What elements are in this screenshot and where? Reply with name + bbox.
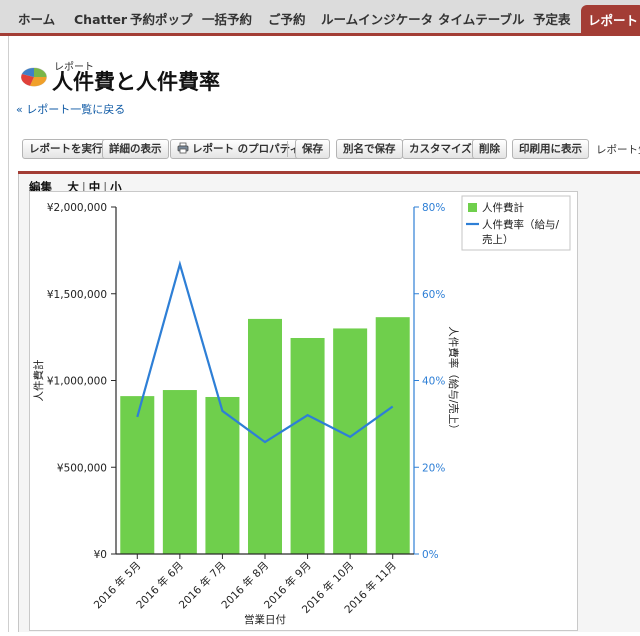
combo-chart: ¥0 ¥500,000 ¥1,000,000 ¥1,500,000 ¥2,000,000… xyxy=(32,195,571,626)
legend-label-line-cont: 売上） xyxy=(482,233,514,246)
report-properties-label: レポート のプロパティ xyxy=(192,143,301,155)
x-axis-label: 営業日付 xyxy=(244,613,286,626)
bar xyxy=(248,318,282,554)
report-creator-text: レポート生 xyxy=(596,144,640,156)
show-details-button[interactable]: 詳細の表示 xyxy=(102,139,169,159)
page-title: 人件費と人件費率 xyxy=(52,70,220,94)
delete-button[interactable]: 削除 xyxy=(472,139,507,159)
y-tick-label-right: 20% xyxy=(422,462,445,474)
tab-bulk-reservation[interactable]: 一括予約 xyxy=(202,0,252,36)
show-details-label: 詳細の表示 xyxy=(109,143,162,155)
tab-schedule[interactable]: 予定表 xyxy=(533,0,571,36)
y-tick-label-right: 60% xyxy=(422,289,445,301)
y-tick-label-left: ¥0 xyxy=(94,549,107,561)
y-axis-label-left: 人件費計 xyxy=(32,359,45,401)
customize-button[interactable]: カスタマイズ xyxy=(402,139,479,159)
delete-label: 削除 xyxy=(479,143,500,155)
tab-bar: ホーム Chatter 予約ポップ 一括予約 ご予約 ルームインジケータ タイム… xyxy=(0,0,640,36)
printable-view-button[interactable]: 印刷用に表示 xyxy=(512,139,589,159)
y-tick-label-right: 40% xyxy=(422,376,445,388)
y-tick-label-right: 80% xyxy=(422,202,445,214)
toolbar-separator xyxy=(588,141,589,157)
legend-swatch-bar xyxy=(468,203,477,212)
tab-reservation[interactable]: ご予約 xyxy=(268,0,306,36)
y-tick-label-left: ¥1,500,000 xyxy=(47,289,107,301)
printer-icon xyxy=(177,142,189,154)
save-label: 保存 xyxy=(302,143,323,155)
bar xyxy=(162,390,197,554)
chart-legend: 人件費計 人件費率（給与/ 売上） xyxy=(461,195,571,251)
tab-timetable[interactable]: タイムテーブル xyxy=(438,0,525,36)
printable-view-label: 印刷用に表示 xyxy=(519,143,582,155)
bar xyxy=(375,317,410,554)
tab-room-indicator[interactable]: ルームインジケータ xyxy=(321,0,433,36)
run-report-button[interactable]: レポートを実行 xyxy=(22,139,110,159)
save-as-label: 別名で保存 xyxy=(343,143,396,155)
save-as-button[interactable]: 別名で保存 xyxy=(336,139,403,159)
bar xyxy=(333,328,368,554)
page-left-border xyxy=(8,36,9,632)
report-logo-icon xyxy=(21,67,47,87)
chart-container: ¥0 ¥500,000 ¥1,000,000 ¥1,500,000 ¥2,000,000… xyxy=(29,191,578,631)
tab-chatter[interactable]: Chatter xyxy=(74,0,127,36)
customize-label: カスタマイズ xyxy=(409,143,472,155)
back-to-reports-link[interactable]: « レポート一覧に戻る xyxy=(16,101,125,117)
y-axis-label-right: 人件費率（給与/売上） xyxy=(447,326,460,435)
save-button[interactable]: 保存 xyxy=(295,139,330,159)
tab-reservation-pop[interactable]: 予約ポップ xyxy=(130,0,193,36)
tab-reports[interactable]: レポート xyxy=(581,5,640,36)
y-tick-label-left: ¥1,000,000 xyxy=(47,376,107,388)
run-report-label: レポートを実行 xyxy=(29,143,103,155)
bar xyxy=(290,337,325,554)
legend-label-line: 人件費率（給与/ xyxy=(482,218,559,231)
tab-home[interactable]: ホーム xyxy=(18,0,55,36)
toolbar-separator xyxy=(287,141,288,157)
y-tick-label-left: ¥2,000,000 xyxy=(47,202,107,214)
y-tick-label-right: 0% xyxy=(422,549,439,561)
bar xyxy=(120,396,155,554)
legend-label-bar: 人件費計 xyxy=(482,201,524,214)
y-tick-label-left: ¥500,000 xyxy=(57,462,107,474)
